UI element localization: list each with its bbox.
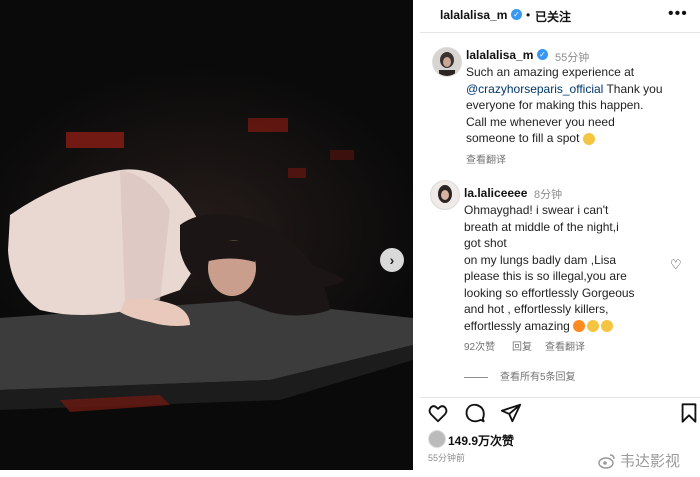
header-username[interactable]: lalalalisa_m bbox=[440, 8, 507, 22]
post-time: 55分钟前 bbox=[428, 453, 466, 463]
send-icon[interactable] bbox=[500, 402, 522, 424]
comment-text: Ohmayghad! i swear i can't breath at mid… bbox=[464, 202, 635, 334]
comment-icon[interactable] bbox=[464, 402, 486, 424]
header-separator: • bbox=[526, 8, 531, 22]
commenter-avatar[interactable] bbox=[430, 180, 460, 210]
caption-avatar[interactable] bbox=[432, 47, 462, 77]
weibo-icon bbox=[598, 453, 615, 469]
verified-icon: ✓ bbox=[511, 9, 522, 20]
comment-likes[interactable]: 92次赞 bbox=[464, 338, 495, 353]
caption-line: Call me whenever you need bbox=[466, 114, 615, 129]
comment-line: on my lungs badly dam ,Lisa bbox=[464, 252, 617, 267]
translate-link[interactable]: 查看翻译 bbox=[466, 151, 506, 166]
actions-divider bbox=[420, 397, 700, 398]
commenter-username[interactable]: la.laliceeee bbox=[464, 186, 527, 200]
next-photo-button[interactable]: › bbox=[380, 248, 404, 272]
mention-link[interactable]: @crazyhorseparis_official bbox=[466, 82, 603, 96]
post-sidebar: lalalalisa_m ✓ • 已关注 ••• lalalalisa_m ✓ … bbox=[420, 0, 700, 477]
caption-line: someone to fill a spot bbox=[466, 131, 580, 145]
caption-line: Thank you bbox=[603, 81, 663, 96]
smile-emoji-icon bbox=[582, 132, 595, 145]
reply-button[interactable]: 回复 bbox=[512, 338, 532, 353]
comment-time: 8分钟 bbox=[534, 189, 563, 201]
likes-count[interactable]: 149.9万次赞 bbox=[448, 432, 514, 449]
watermark-text: 韦达影视 bbox=[620, 453, 681, 470]
comment-line: got shot bbox=[464, 236, 507, 250]
post-header: lalalalisa_m ✓ • 已关注 ••• bbox=[420, 0, 700, 33]
fire-emoji-icon bbox=[573, 320, 586, 333]
post-photo[interactable]: › bbox=[0, 0, 413, 470]
follow-status-button[interactable]: 已关注 bbox=[535, 8, 571, 25]
comment-line: breath at middle of the night,i bbox=[464, 219, 619, 234]
bookmark-icon[interactable] bbox=[678, 402, 700, 424]
comment-line: please this is so illegal,you are bbox=[464, 269, 627, 283]
crying-emoji-icon bbox=[601, 320, 614, 333]
view-replies-label: 查看所有5条回复 bbox=[500, 372, 576, 383]
comment-translate-link[interactable]: 查看翻译 bbox=[545, 338, 585, 353]
caption-username[interactable]: lalalalisa_m bbox=[466, 48, 533, 62]
watermark: 韦达影视 bbox=[598, 450, 680, 471]
post-image bbox=[0, 0, 413, 470]
comment-like-icon[interactable]: ♡ bbox=[670, 257, 682, 273]
caption-text: Such an amazing experience at @crazyhors… bbox=[466, 64, 663, 147]
verified-icon: ✓ bbox=[537, 49, 548, 60]
caption-line: Such an amazing experience at bbox=[466, 65, 635, 79]
heart-icon[interactable] bbox=[427, 402, 449, 424]
caption-line: everyone for making this happen. bbox=[466, 98, 644, 112]
likes-avatar bbox=[428, 430, 446, 448]
comment-line: Ohmayghad! i swear i can't bbox=[464, 203, 609, 217]
caption-time: 55分钟 bbox=[555, 52, 590, 64]
comment-line: effortlessly amazing bbox=[464, 318, 570, 333]
page: › lalalalisa_m ✓ • 已关注 ••• lalalalisa_m … bbox=[0, 0, 700, 477]
comment-line: looking so effortlessly Gorgeous bbox=[464, 285, 635, 300]
crying-emoji-icon bbox=[587, 320, 600, 333]
comment-line: and hot , effortlessly killers, bbox=[464, 302, 609, 316]
chevron-right-icon: › bbox=[389, 252, 395, 268]
view-replies-link[interactable]: 查看所有5条回复 bbox=[464, 368, 576, 383]
more-horizontal-icon[interactable]: ••• bbox=[668, 5, 688, 23]
